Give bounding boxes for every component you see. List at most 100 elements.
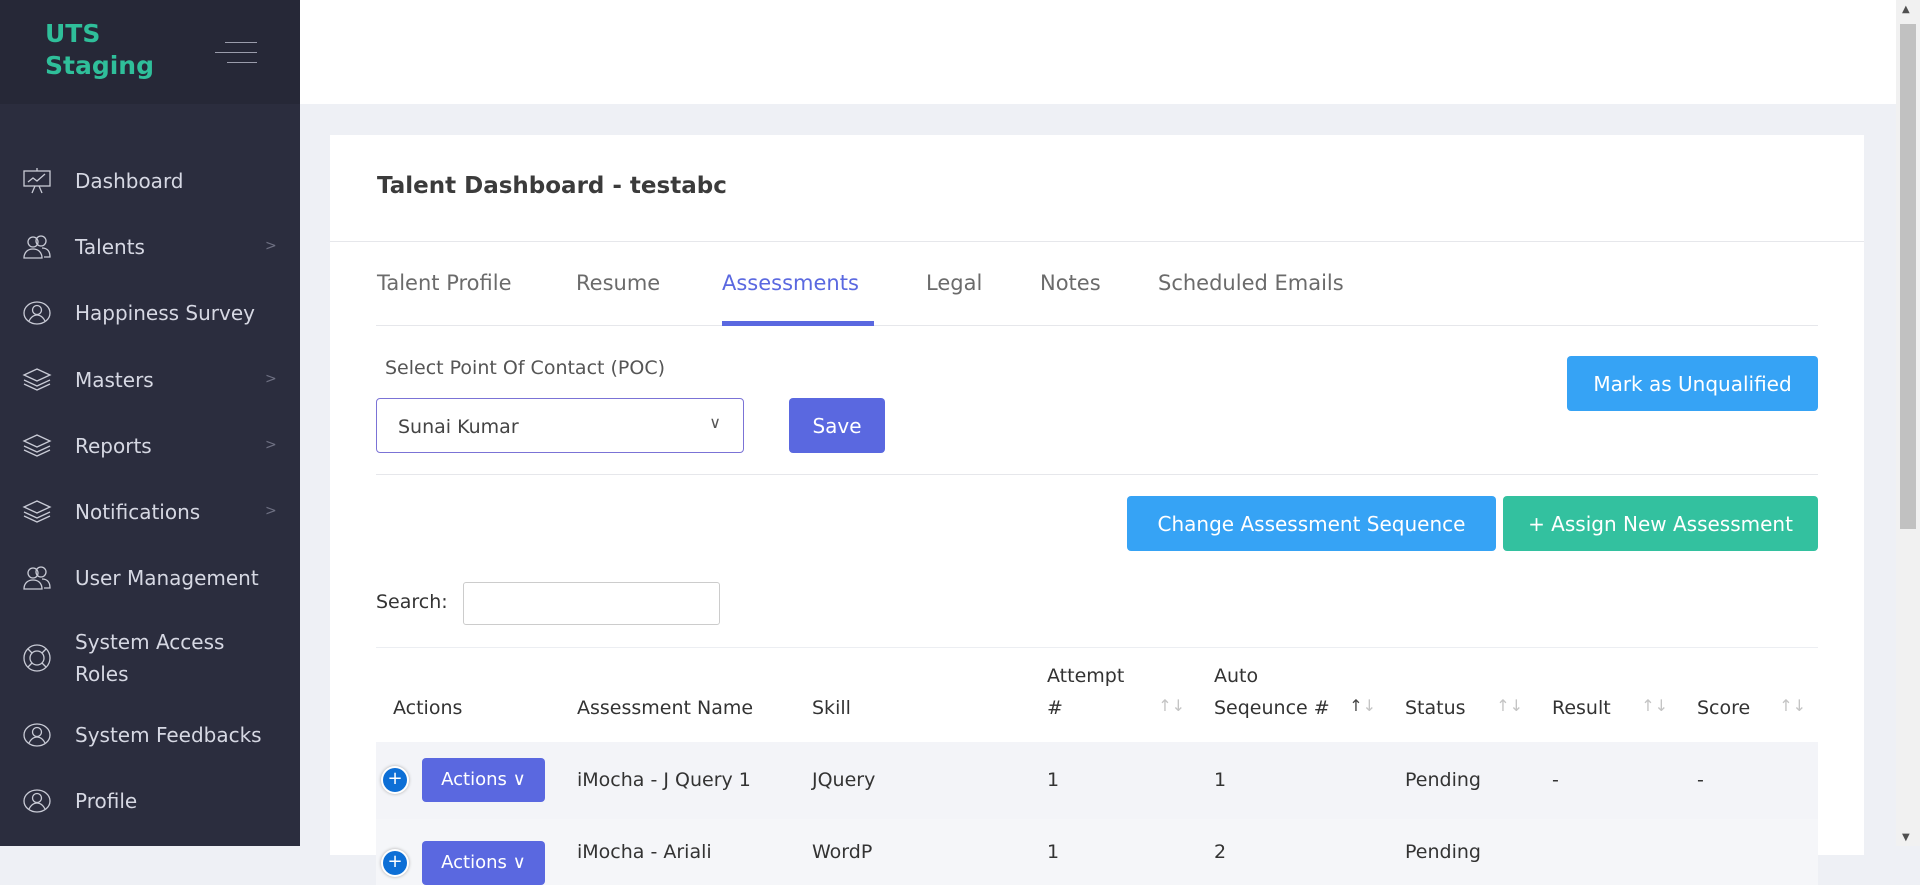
sidebar-item-notifications[interactable]: Notifications > — [0, 496, 300, 528]
chevron-down-icon: ∨ — [512, 769, 526, 790]
logo[interactable]: UTS Staging — [45, 18, 155, 82]
expand-row-icon[interactable]: + — [383, 850, 407, 875]
cell-seq: 2 — [1197, 818, 1388, 885]
tab-talent-profile[interactable]: Talent Profile — [377, 271, 512, 295]
table-header-row: Actions Assessment Name Skill Attempt # ↑… — [376, 647, 1818, 742]
poc-select[interactable]: Sunai Kumar ∨ — [376, 398, 744, 453]
poc-label: Select Point Of Contact (POC) — [385, 357, 666, 379]
expand-row-icon[interactable]: + — [383, 768, 407, 792]
chevron-right-icon: > — [265, 437, 277, 453]
col-score[interactable]: Score ↑↓ — [1680, 647, 1818, 742]
assign-new-assessment-button[interactable]: + Assign New Assessment — [1503, 496, 1818, 551]
sidebar-item-label: User Management — [75, 566, 259, 590]
sidebar-item-label: Dashboard — [75, 169, 184, 193]
sidebar-item-label: Reports — [75, 434, 152, 458]
sidebar: UTS Staging Dashboard Talents > Happiness S… — [0, 0, 300, 846]
sidebar-item-label: System Feedbacks — [75, 723, 262, 747]
tab-scheduled-emails[interactable]: Scheduled Emails — [1158, 271, 1344, 295]
sidebar-item-dashboard[interactable]: Dashboard — [0, 165, 300, 197]
cell-status: Pending — [1388, 741, 1535, 819]
sort-icon[interactable]: ↑↓ — [1496, 690, 1523, 722]
scroll-down-icon[interactable]: ▼ — [1902, 832, 1910, 843]
col-label: Auto Seqeunce # — [1214, 664, 1330, 719]
sidebar-item-system-feedbacks[interactable]: System Feedbacks — [0, 719, 300, 751]
col-assessment-name[interactable]: Assessment Name — [560, 647, 795, 742]
actions-dropdown-button[interactable]: Actions ∨ — [422, 758, 545, 802]
search-input[interactable] — [463, 582, 720, 625]
cell-attempt: 1 — [1030, 741, 1197, 819]
lifebuoy-icon — [22, 643, 52, 673]
chevron-down-icon: ∨ — [709, 413, 721, 432]
col-label: Score — [1697, 696, 1751, 719]
active-tab-indicator — [722, 321, 874, 326]
actions-cell: + Actions ∨ — [376, 818, 560, 885]
col-label: Result — [1552, 696, 1611, 719]
col-skill[interactable]: Skill — [795, 647, 1030, 742]
col-auto-sequence[interactable]: Auto Seqeunce # ↑↓ — [1197, 647, 1388, 742]
tabs-divider — [376, 325, 1818, 326]
search-label: Search: — [376, 591, 448, 613]
divider — [330, 241, 1864, 242]
col-status[interactable]: Status ↑↓ — [1388, 647, 1535, 742]
tab-legal[interactable]: Legal — [926, 271, 982, 295]
top-header — [300, 0, 1896, 104]
mark-unqualified-button[interactable]: Mark as Unqualified — [1567, 356, 1818, 411]
table-row: + Actions ∨ iMocha - Ariali WordP 1 2 Pending — [376, 818, 1818, 885]
scrollbar-thumb[interactable] — [1900, 24, 1916, 529]
sidebar-item-label: Profile — [75, 789, 138, 813]
sidebar-item-user-management[interactable]: User Management — [0, 562, 300, 594]
tab-resume[interactable]: Resume — [576, 271, 660, 295]
sidebar-item-label: Happiness Survey — [75, 301, 255, 325]
hamburger-menu-icon[interactable] — [215, 40, 257, 64]
sidebar-item-masters[interactable]: Masters > — [0, 364, 300, 396]
col-label: Status — [1405, 696, 1466, 719]
user-circle-icon — [22, 298, 52, 328]
talent-dashboard-card: Talent Dashboard - testabc Talent Profil… — [330, 135, 1864, 885]
col-label: Actions — [393, 696, 463, 719]
tab-assessments[interactable]: Assessments — [722, 271, 859, 295]
page-scrollbar[interactable]: ▲ ▼ — [1896, 0, 1920, 846]
cell-attempt: 1 — [1030, 818, 1197, 885]
cell-seq: 1 — [1197, 741, 1388, 819]
assessments-table: Actions Assessment Name Skill Attempt # ↑… — [376, 647, 1818, 885]
layers-icon — [22, 497, 52, 527]
actions-dropdown-button[interactable]: Actions ∨ — [422, 840, 545, 885]
cell-result — [1535, 818, 1680, 885]
sort-icon[interactable]: ↑↓ — [1641, 690, 1668, 722]
tab-notes[interactable]: Notes — [1040, 271, 1101, 295]
sidebar-item-talents[interactable]: Talents > — [0, 231, 300, 263]
sort-icon[interactable]: ↑↓ — [1779, 690, 1806, 722]
scroll-up-icon[interactable]: ▲ — [1902, 4, 1910, 15]
layers-icon — [22, 365, 52, 395]
col-label: Attempt # — [1047, 664, 1125, 719]
cell-result: - — [1535, 741, 1680, 819]
actions-label: Actions — [441, 851, 507, 873]
sort-ascending-icon[interactable]: ↑↓ — [1349, 690, 1376, 722]
presentation-chart-icon — [22, 166, 52, 196]
sidebar-item-reports[interactable]: Reports > — [0, 430, 300, 462]
sidebar-item-happiness-survey[interactable]: Happiness Survey — [0, 297, 300, 329]
cell-skill: JQuery — [795, 741, 1030, 819]
chevron-right-icon: > — [265, 503, 277, 519]
page-title: Talent Dashboard - testabc — [377, 173, 727, 199]
chevron-down-icon: ∨ — [512, 851, 526, 873]
sidebar-item-system-access-roles[interactable]: System Access Roles — [0, 630, 300, 686]
save-button[interactable]: Save — [789, 398, 885, 453]
sidebar-item-label: Talents — [75, 235, 145, 259]
cell-name: iMocha - Ariali — [560, 818, 795, 885]
table-row: + Actions ∨ iMocha - J Query 1 JQuery 1 1 Pend… — [376, 741, 1818, 819]
sidebar-item-label: System Access Roles — [75, 630, 225, 686]
col-attempt[interactable]: Attempt # ↑↓ — [1030, 647, 1197, 742]
cell-score — [1680, 818, 1818, 885]
sidebar-item-profile[interactable]: Profile — [0, 785, 300, 817]
cell-skill: WordP — [795, 818, 1030, 885]
chevron-right-icon: > — [265, 371, 277, 387]
col-result[interactable]: Result ↑↓ — [1535, 647, 1680, 742]
cell-score: - — [1680, 741, 1818, 819]
change-assessment-sequence-button[interactable]: Change Assessment Sequence — [1127, 496, 1496, 551]
sidebar-item-label: Notifications — [75, 500, 201, 524]
users-icon — [22, 232, 52, 262]
user-circle-icon — [22, 786, 52, 816]
col-actions: Actions — [376, 647, 560, 742]
sort-icon[interactable]: ↑↓ — [1158, 690, 1185, 722]
